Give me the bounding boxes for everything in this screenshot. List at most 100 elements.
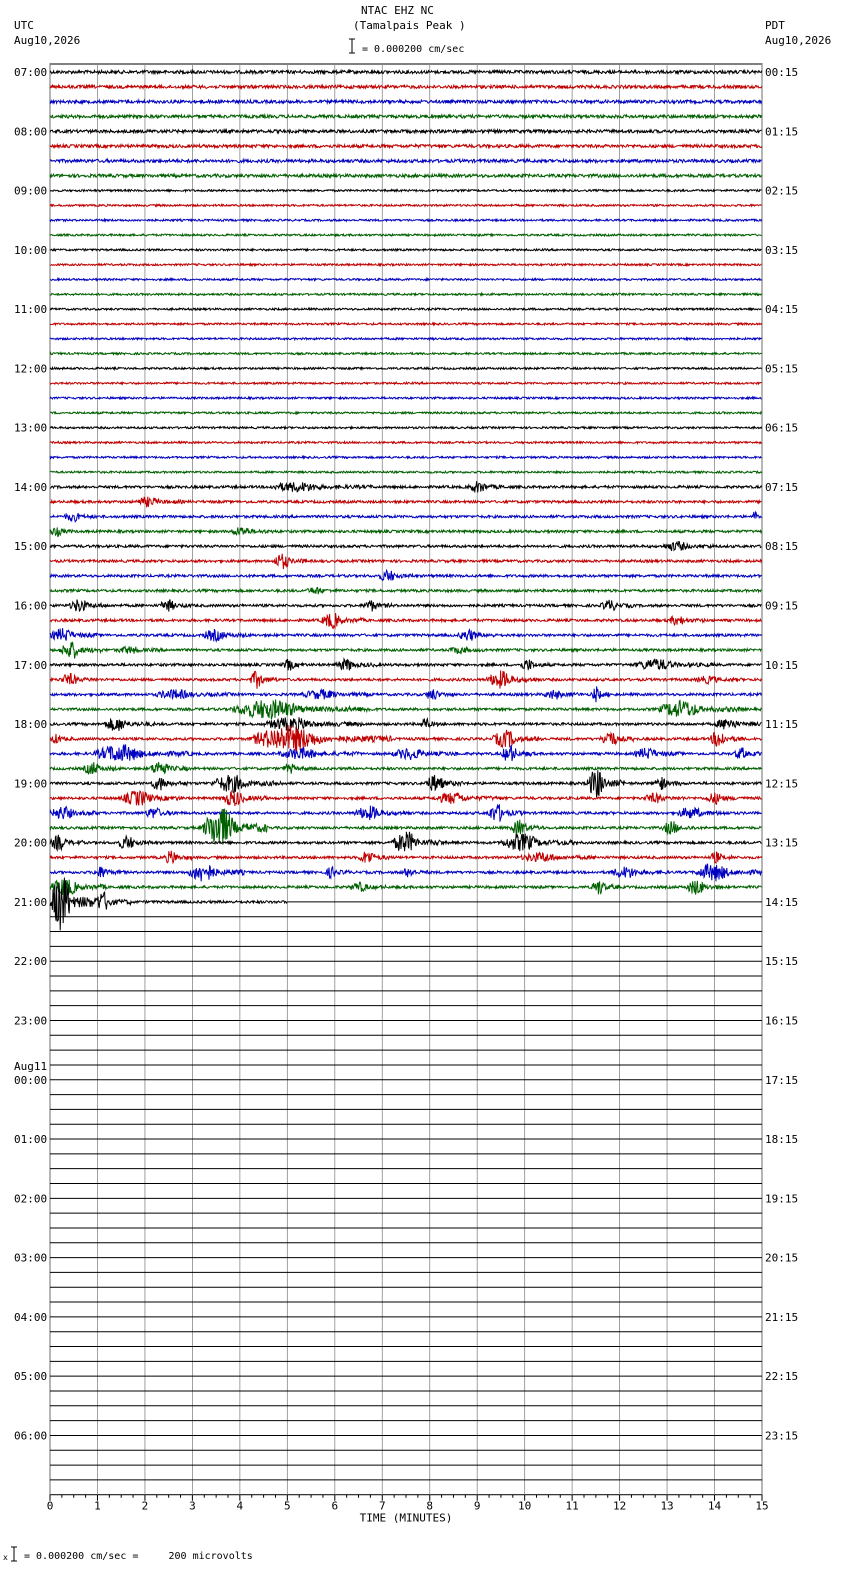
trace-line [49, 586, 762, 595]
trace-line [49, 98, 763, 106]
trace-line [49, 142, 763, 150]
left-hour-label: 08:00 [14, 125, 47, 138]
x-tick-label: 5 [284, 1500, 291, 1513]
left-hour-label: 09:00 [14, 185, 47, 198]
trace-line [49, 454, 762, 461]
left-hour-label: 19:00 [14, 777, 47, 790]
left-hour-label: 12:00 [14, 362, 47, 375]
right-hour-label: 08:15 [765, 540, 798, 553]
left-hour-label: 02:00 [14, 1192, 47, 1205]
trace-line [49, 276, 762, 283]
x-tick-label: 13 [660, 1500, 673, 1513]
left-hour-label: 14:00 [14, 481, 47, 494]
trace-line [49, 803, 762, 822]
trace-line [49, 127, 762, 135]
trace-line [49, 157, 762, 165]
trace-line [49, 568, 762, 582]
trace-line [49, 247, 762, 253]
left-hour-label: 10:00 [14, 244, 47, 257]
svg-text:x: x [3, 1553, 8, 1562]
right-hour-label: 09:15 [765, 600, 798, 613]
left-hour-label: 03:00 [14, 1252, 47, 1265]
trace-line [49, 365, 762, 372]
left-hour-label: 20:00 [14, 837, 47, 850]
trace-line [49, 439, 762, 446]
x-tick-label: 10 [518, 1500, 531, 1513]
x-tick-label: 15 [755, 1500, 768, 1513]
trace-line [49, 717, 762, 733]
trace-line [49, 306, 762, 312]
x-tick-label: 3 [189, 1500, 196, 1513]
x-tick-label: 1 [94, 1500, 101, 1513]
left-hour-label: 22:00 [14, 955, 47, 968]
trace-line [49, 879, 762, 896]
trace-line [49, 770, 763, 798]
left-hour-label: 07:00 [14, 66, 47, 79]
trace-line [49, 657, 762, 672]
left-hour-label: 00:00 [14, 1074, 47, 1087]
right-hour-label: 14:15 [765, 896, 798, 909]
right-hour-label: 10:15 [765, 659, 798, 672]
right-hour-label: 19:15 [765, 1192, 798, 1205]
trace-line [49, 380, 762, 386]
x-tick-label: 0 [47, 1500, 54, 1513]
left-hour-label: 11:00 [14, 303, 47, 316]
left-hour-label: 18:00 [14, 718, 47, 731]
trace-line [49, 351, 762, 357]
trace-lines [49, 68, 763, 1481]
trace-line [49, 469, 763, 475]
left-hour-label: 01:00 [14, 1133, 47, 1146]
right-hour-label: 20:15 [765, 1252, 798, 1265]
trace-line [49, 336, 762, 342]
right-hour-label: 22:15 [765, 1370, 798, 1383]
trace-line [49, 262, 762, 268]
right-hour-label: 04:15 [765, 303, 798, 316]
trace-line [49, 670, 763, 689]
trace-line [49, 510, 762, 523]
left-hour-label: 21:00 [14, 896, 47, 909]
trace-line [49, 831, 762, 853]
trace-line [49, 850, 763, 865]
x-tick-label: 4 [237, 1500, 244, 1513]
trace-line [49, 863, 763, 882]
right-hour-label: 13:15 [765, 837, 798, 850]
left-hour-label: 17:00 [14, 659, 47, 672]
trace-line [49, 395, 762, 401]
trace-line [49, 481, 763, 493]
x-tick-label: 14 [708, 1500, 722, 1513]
trace-line [49, 627, 762, 643]
right-hour-label: 05:15 [765, 362, 798, 375]
trace-line [49, 321, 763, 327]
seismogram-plot: x 0 1 2 3 4 5 6 7 8 9 10 11 12 13 14 15TIME (MINUTES)07… [3, 38, 798, 1562]
trace-line [49, 496, 762, 508]
left-hour-label: 16:00 [14, 600, 47, 613]
x-tick-label: 11 [566, 1500, 579, 1513]
trace-line [49, 68, 763, 76]
right-hour-label: 02:15 [765, 185, 798, 198]
left-hour-label: 23:00 [14, 1014, 47, 1027]
right-hour-label: 21:15 [765, 1311, 798, 1324]
x-tick-label: 2 [142, 1500, 149, 1513]
trace-line [49, 641, 762, 659]
left-hour-label: 15:00 [14, 540, 47, 553]
right-hour-label: 16:15 [765, 1014, 798, 1027]
trace-line [49, 291, 763, 297]
trace-line [49, 789, 762, 807]
left-hour-label: 04:00 [14, 1311, 47, 1324]
trace-line [49, 410, 763, 416]
right-hour-label: 17:15 [765, 1074, 798, 1087]
trace-line [49, 527, 763, 538]
trace-line [49, 686, 763, 703]
trace-line [49, 699, 762, 720]
x-tick-label: 12 [613, 1500, 626, 1513]
right-hour-label: 00:15 [765, 66, 798, 79]
right-hour-label: 23:15 [765, 1429, 798, 1442]
trace-line [49, 425, 763, 431]
trace-line [49, 724, 762, 752]
right-hour-label: 03:15 [765, 244, 798, 257]
trace-line [49, 202, 762, 208]
trace-line [49, 83, 763, 91]
scale-bar-icon: x [3, 38, 355, 1562]
x-tick-label: 9 [474, 1500, 481, 1513]
trace-line [49, 112, 763, 120]
